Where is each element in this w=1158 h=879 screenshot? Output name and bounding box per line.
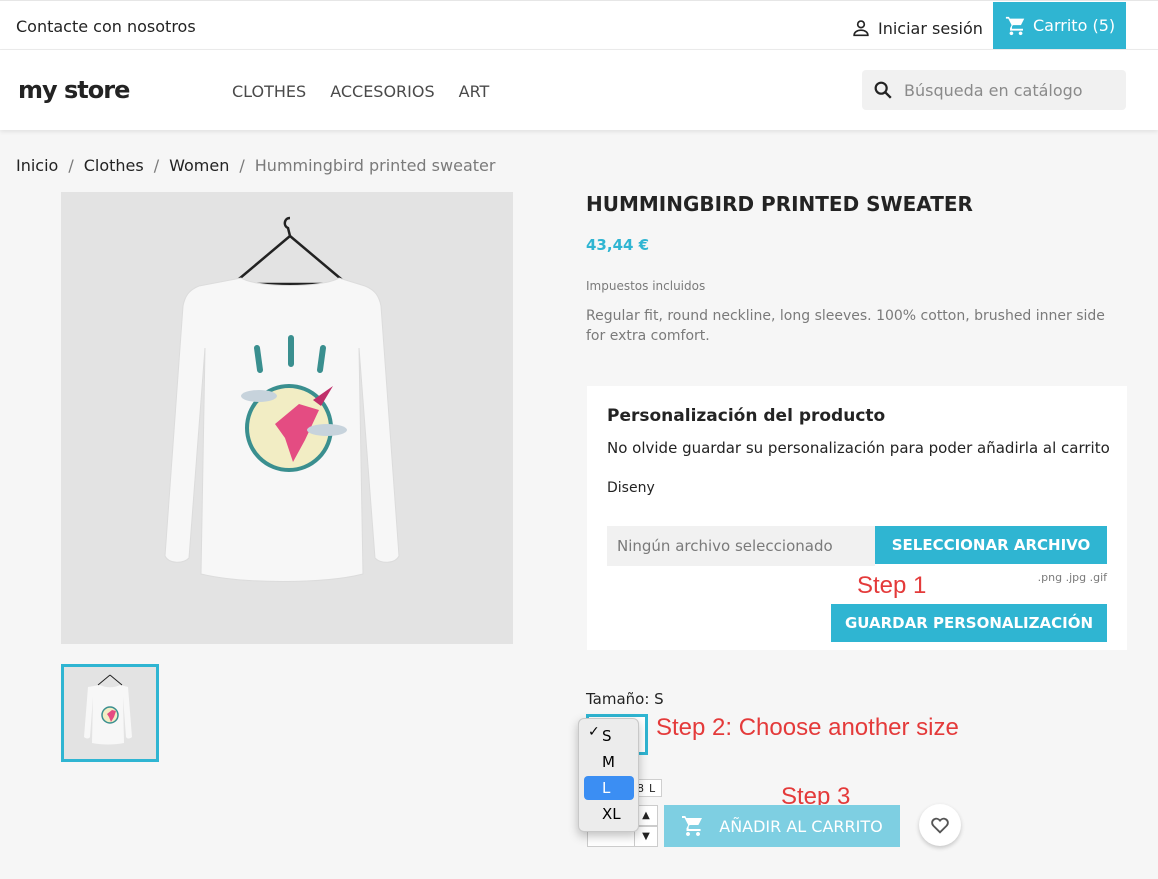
step1-annotation: Step 1 [857, 572, 927, 599]
file-name-field[interactable]: Ningún archivo seleccionado [607, 526, 875, 566]
breadcrumb-current: Hummingbird printed sweater [254, 156, 496, 175]
product-main-image[interactable] [61, 192, 513, 644]
user-icon [853, 20, 869, 37]
sweater-illustration [164, 216, 400, 582]
top-bar: Contacte con nosotros Iniciar sesión Car… [0, 0, 1158, 50]
step2-annotation: Step 2: Choose another size [656, 714, 959, 741]
size-option-m[interactable]: M [584, 750, 634, 774]
store-logo[interactable]: my store [18, 76, 130, 104]
breadcrumb-separator: / [153, 156, 160, 175]
size-dropdown: ✓ S M L XL [578, 718, 639, 832]
file-types-hint: .png .jpg .gif [1037, 571, 1107, 584]
breadcrumb-women[interactable]: Women [169, 156, 229, 175]
select-file-button[interactable]: SELECCIONAR ARCHIVO [875, 526, 1107, 564]
product-description: Regular fit, round neckline, long sleeve… [586, 308, 1105, 344]
size-option-s[interactable]: ✓ S [584, 724, 634, 748]
product-thumbnail[interactable] [61, 664, 159, 762]
signin-link[interactable]: Iniciar sesión [850, 17, 983, 39]
customization-field-label: Diseny [607, 480, 655, 496]
signin-label: Iniciar sesión [878, 18, 983, 38]
save-customization-button[interactable]: GUARDAR PERSONALIZACIÓN [831, 604, 1107, 642]
chevron-down-icon: ▼ [642, 831, 650, 842]
customization-note: No olvide guardar su personalización par… [607, 439, 1110, 457]
add-to-cart-button[interactable]: AÑADIR AL CARRITO [664, 805, 900, 847]
contact-link[interactable]: Contacte con nosotros [16, 17, 196, 36]
heart-icon [931, 817, 949, 834]
header: my store CLOTHES ACCESORIOS ART [0, 50, 1158, 130]
search-box [862, 70, 1126, 110]
size-option-label: M [602, 753, 615, 771]
chevron-up-icon: ▲ [642, 810, 650, 821]
quantity-hint-letter: L [649, 781, 656, 795]
wishlist-button[interactable] [919, 804, 961, 846]
customization-panel: Personalización del producto No olvide g… [587, 386, 1127, 650]
search-input[interactable] [904, 80, 1124, 100]
cart-icon [1005, 16, 1025, 35]
nav-accesorios[interactable]: ACCESORIOS [330, 82, 434, 101]
nav-art[interactable]: ART [459, 82, 490, 101]
breadcrumb: Inicio / Clothes / Women / Hummingbird p… [16, 156, 495, 175]
breadcrumb-clothes[interactable]: Clothes [84, 156, 144, 175]
size-option-label: XL [602, 805, 621, 823]
size-option-label: L [602, 779, 611, 797]
cart-button[interactable]: Carrito (5) [993, 2, 1126, 49]
tax-note: Impuestos incluidos [586, 279, 706, 293]
breadcrumb-separator: / [68, 156, 74, 175]
checkmark-icon: ✓ [588, 724, 600, 740]
size-option-l[interactable]: L [584, 776, 634, 800]
add-to-cart-label: AÑADIR AL CARRITO [719, 816, 883, 836]
product-price: 43,44 € [586, 236, 650, 254]
search-icon [874, 81, 892, 99]
cart-label: Carrito (5) [1033, 16, 1116, 35]
sweater-thumbnail [84, 674, 132, 745]
customization-title: Personalización del producto [607, 406, 886, 426]
breadcrumb-home[interactable]: Inicio [16, 156, 58, 175]
size-option-label: S [602, 727, 612, 745]
main-nav: CLOTHES ACCESORIOS ART [232, 82, 489, 101]
product-title: HUMMINGBIRD PRINTED SWEATER [586, 192, 973, 216]
size-option-xl[interactable]: XL [584, 802, 634, 826]
size-label: Tamaño: S [586, 690, 664, 708]
cart-icon [682, 816, 703, 836]
nav-clothes[interactable]: CLOTHES [232, 82, 306, 101]
breadcrumb-separator: / [239, 156, 245, 175]
